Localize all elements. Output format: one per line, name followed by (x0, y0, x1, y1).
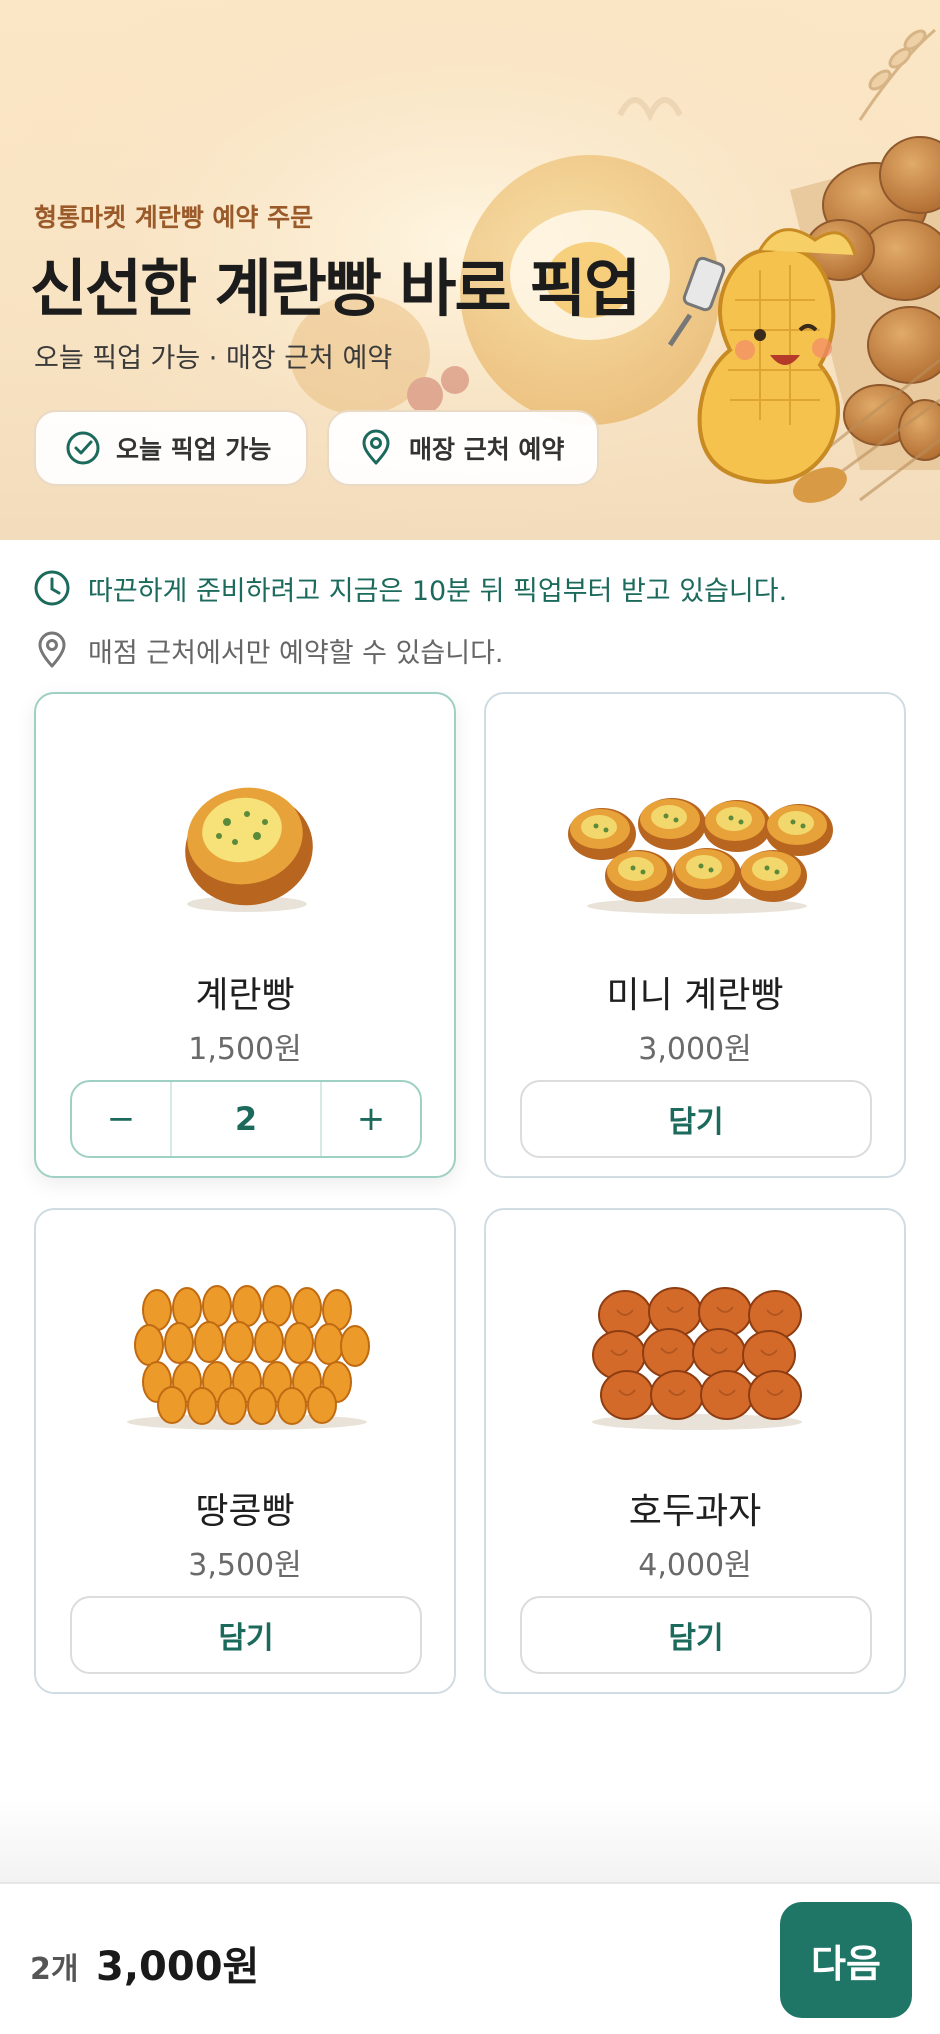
location-notice-text: 매점 근처에서만 예약할 수 있습니다. (88, 637, 504, 669)
product-name: 미니 계란빵 (606, 975, 784, 1016)
product-card-egg-bread[interactable]: 계란빵 1,500원 − 2 + (34, 692, 456, 1178)
location-notice: 매점 근처에서만 예약할 수 있습니다. (32, 630, 504, 670)
increase-button[interactable]: + (322, 1082, 420, 1156)
footer-shadow (0, 1800, 940, 1884)
hero-banner: 형통마켓 계란빵 예약 주문 신선한 계란빵 바로 픽업 오늘 픽업 가능 · … (0, 0, 940, 540)
location-pin-icon (32, 630, 72, 670)
hero-eyebrow: 형통마켓 계란빵 예약 주문 (34, 203, 314, 232)
cart-item-count: 2개 (30, 1952, 79, 1987)
product-card-peanut-bread[interactable]: 땅콩빵 3,500원 담기 (34, 1208, 456, 1694)
add-to-cart-button[interactable]: 담기 (520, 1080, 872, 1158)
add-to-cart-button[interactable]: 담기 (70, 1596, 422, 1674)
product-name: 호두과자 (628, 1491, 762, 1532)
quantity-value: 2 (170, 1082, 322, 1156)
product-price: 3,500원 (188, 1548, 302, 1583)
product-card-walnut-cake[interactable]: 호두과자 4,000원 담기 (484, 1208, 906, 1694)
product-card-mini-egg-bread[interactable]: 미니 계란빵 3,000원 담기 (484, 692, 906, 1178)
order-summary-bar: 2개 3,000원 다음 (0, 1882, 940, 2034)
pickup-notice: 따끈하게 준비하려고 지금은 10분 뒤 픽업부터 받고 있습니다. (32, 568, 787, 608)
next-button[interactable]: 다음 (780, 1902, 912, 2018)
chip-near-store: 매장 근처 예약 (327, 410, 599, 486)
product-name: 계란빵 (195, 975, 295, 1016)
chip-label: 매장 근처 예약 (409, 435, 565, 464)
check-circle-icon (64, 429, 102, 467)
cart-total-price: 3,000원 (96, 1944, 260, 1990)
clock-icon (32, 568, 72, 608)
product-price: 4,000원 (638, 1548, 752, 1583)
product-name: 땅콩빵 (195, 1491, 295, 1532)
add-to-cart-button[interactable]: 담기 (520, 1596, 872, 1674)
peanut-bread-image (127, 1285, 370, 1430)
page-title: 신선한 계란빵 바로 픽업 (30, 252, 641, 325)
hero-subtitle: 오늘 픽업 가능 · 매장 근처 예약 (34, 343, 393, 374)
product-price: 3,000원 (638, 1032, 752, 1067)
location-pin-icon (357, 429, 395, 467)
quantity-stepper: − 2 + (70, 1080, 422, 1158)
walnut-cake-image (592, 1287, 802, 1430)
decrease-button[interactable]: − (72, 1082, 170, 1156)
chip-label: 오늘 픽업 가능 (116, 435, 272, 464)
chip-today-pickup: 오늘 픽업 가능 (34, 410, 308, 486)
mini-egg-bread-image (568, 798, 833, 914)
egg-bread-image (185, 787, 313, 912)
product-price: 1,500원 (188, 1032, 302, 1067)
pickup-notice-text: 따끈하게 준비하려고 지금은 10분 뒤 픽업부터 받고 있습니다. (88, 575, 788, 607)
